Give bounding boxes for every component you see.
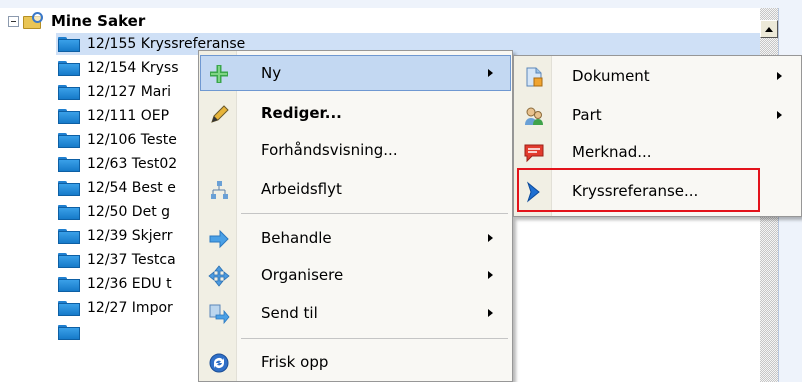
context-menu: Ny Rediger... Forhåndsvisning... Arbeids… — [198, 50, 513, 382]
submenu-arrow-icon — [488, 271, 493, 279]
tree-item-label: 12/27 Impor — [87, 300, 173, 316]
menu-separator — [241, 338, 508, 339]
tree-item-label: 12/111 OEP — [87, 108, 170, 124]
tree-item[interactable]: 12/111 OEP — [58, 105, 169, 127]
submenu-arrow-icon — [777, 111, 782, 119]
tree-item-label: 12/39 Skjerr — [87, 228, 173, 244]
menu-item-arbeidsflyt[interactable]: Arbeidsflyt — [200, 171, 511, 207]
tree-item[interactable]: 12/27 Impor — [58, 297, 173, 319]
folder-icon — [58, 300, 82, 316]
folder-icon — [58, 252, 82, 268]
tree-item[interactable]: 12/106 Teste — [58, 129, 177, 151]
folder-icon — [58, 324, 82, 340]
folder-icon — [58, 60, 82, 76]
refresh-icon — [208, 352, 230, 374]
menu-item-label: Rediger... — [261, 104, 342, 122]
folder-icon — [58, 84, 82, 100]
menu-item-organisere[interactable]: Organisere — [200, 257, 511, 293]
tree-item[interactable]: 12/39 Skjerr — [58, 225, 173, 247]
menu-item-send-til[interactable]: Send til — [200, 295, 511, 331]
tree-item-label: 12/37 Testca — [87, 252, 176, 268]
menu-item-label: Organisere — [261, 266, 344, 284]
folder-icon — [58, 108, 82, 124]
menu-item-ny[interactable]: Ny — [200, 55, 511, 91]
menu-item-behandle[interactable]: Behandle — [200, 220, 511, 256]
note-icon — [523, 142, 545, 164]
submenu-arrow-icon — [488, 234, 493, 242]
highlight-annotation-box — [517, 168, 760, 212]
tree-item[interactable]: 12/36 EDU t — [58, 273, 172, 295]
folder-icon — [58, 276, 82, 292]
menu-item-label: Behandle — [261, 229, 332, 247]
tree-item-label: 12/63 Test02 — [87, 156, 178, 172]
menu-item-label: Part — [572, 106, 602, 124]
menu-item-label: Frisk opp — [261, 353, 329, 371]
tree-item-label: 12/50 Det g — [87, 204, 171, 220]
folder-icon — [58, 228, 82, 244]
menu-item-merknad[interactable]: Merknad... — [515, 134, 800, 170]
tree-item[interactable]: 12/50 Det g — [58, 201, 170, 223]
folder-icon — [58, 156, 82, 172]
menu-item-label: Arbeidsflyt — [261, 180, 342, 198]
collapse-icon[interactable] — [8, 15, 19, 27]
folder-icon — [58, 204, 82, 220]
tree-item-label: 12/54 Best e — [87, 180, 176, 196]
tree-item-label: 12/154 Kryss — [87, 60, 179, 76]
menu-item-dokument[interactable]: Dokument — [515, 58, 800, 94]
menu-separator — [241, 213, 508, 214]
new-icon — [208, 63, 230, 85]
menu-item-label: Dokument — [572, 67, 650, 85]
tree-item[interactable]: 12/63 Test02 — [58, 153, 177, 175]
tree-item[interactable]: 12/154 Kryss — [58, 57, 179, 79]
menu-item-label: Ny — [261, 64, 282, 82]
organize-icon — [208, 265, 230, 287]
submenu-arrow-icon — [488, 309, 493, 317]
folder-search-icon — [23, 12, 47, 30]
tree-root-label: Mine Saker — [51, 12, 146, 30]
tree-item[interactable]: 12/127 Mari — [58, 81, 171, 103]
folder-icon — [58, 36, 82, 52]
menu-item-part[interactable]: Part — [515, 97, 800, 133]
folder-icon — [58, 180, 82, 196]
scroll-up-button[interactable] — [760, 20, 778, 38]
people-icon — [523, 105, 545, 127]
tree-item[interactable] — [58, 321, 87, 343]
menu-item-label: Forhåndsvisning... — [261, 141, 398, 159]
tree-item[interactable]: 12/37 Testca — [58, 249, 176, 271]
pencil-icon — [208, 103, 230, 125]
tree-item-label: 12/106 Teste — [87, 132, 177, 148]
arrow-up-icon — [765, 26, 773, 32]
folder-icon — [58, 132, 82, 148]
tree-root-mine-saker[interactable]: Mine Saker — [8, 10, 145, 32]
process-arrow-icon — [208, 228, 230, 250]
send-to-icon — [208, 303, 230, 325]
tree-item-label: 12/127 Mari — [87, 84, 172, 100]
submenu-arrow-icon — [488, 69, 493, 77]
menu-item-rediger[interactable]: Rediger... — [200, 95, 511, 131]
menu-item-label: Send til — [261, 304, 318, 322]
menu-item-label: Merknad... — [572, 143, 652, 161]
submenu-arrow-icon — [777, 72, 782, 80]
workflow-icon — [208, 179, 230, 201]
tree-item-label: 12/36 EDU t — [87, 276, 172, 292]
tree-item[interactable]: 12/54 Best e — [58, 177, 176, 199]
menu-item-frisk-opp[interactable]: Frisk opp — [200, 344, 511, 380]
document-icon — [523, 66, 545, 88]
menu-item-forhandsvisning[interactable]: Forhåndsvisning... — [200, 132, 511, 168]
